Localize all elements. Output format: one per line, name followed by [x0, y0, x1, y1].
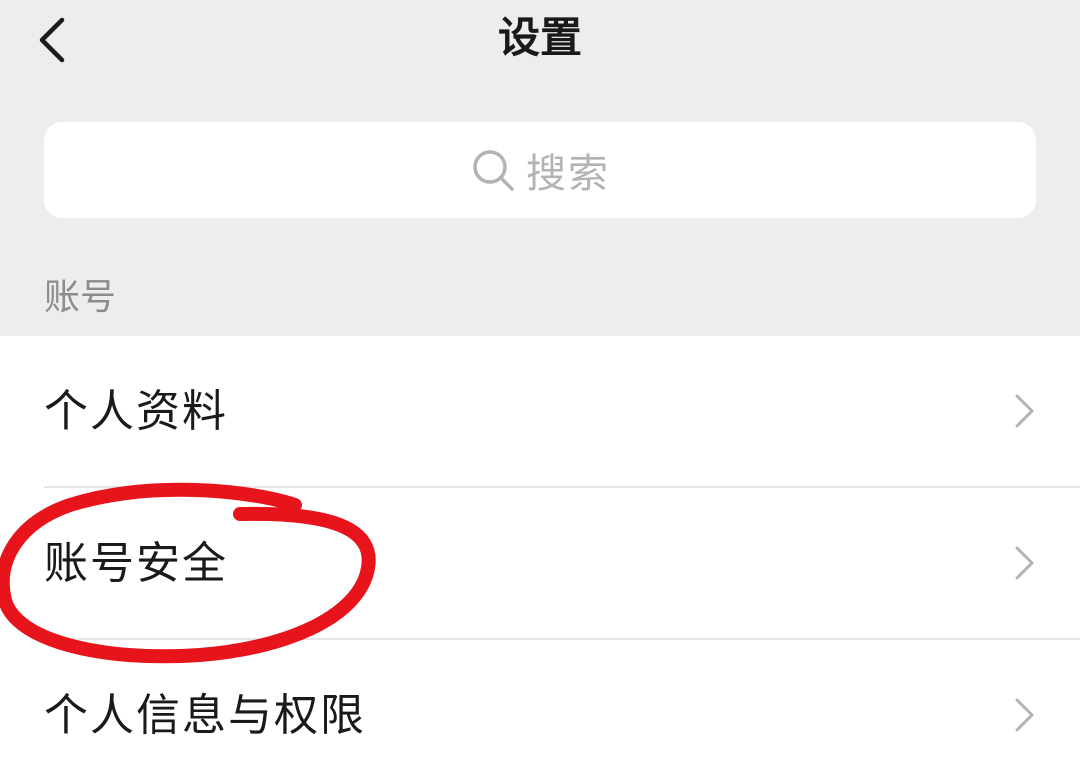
settings-list: 个人资料 账号安全 个人信息与权限 — [0, 336, 1080, 780]
chevron-right-icon — [1015, 394, 1034, 428]
list-item-personal-profile[interactable]: 个人资料 — [0, 336, 1080, 486]
header-bar: 设置 — [0, 0, 1080, 84]
search-placeholder: 搜索 — [526, 151, 610, 197]
back-button[interactable] — [22, 6, 86, 70]
list-item-label: 个人信息与权限 — [44, 690, 366, 741]
search-content: 搜索 — [470, 141, 610, 199]
chevron-right-icon — [1015, 546, 1034, 580]
search-input[interactable]: 搜索 — [44, 122, 1036, 218]
list-item-account-security[interactable]: 账号安全 — [0, 488, 1080, 638]
list-item-personal-info-permissions[interactable]: 个人信息与权限 — [0, 640, 1080, 780]
search-icon — [473, 150, 514, 191]
section-header-account: 账号 — [44, 277, 117, 318]
list-item-label: 账号安全 — [44, 538, 228, 589]
list-item-label: 个人资料 — [44, 386, 228, 437]
chevron-right-icon — [1015, 698, 1034, 732]
chevron-left-icon — [39, 17, 65, 63]
settings-screen: 设置 搜索 账号 个人资料 账号安全 个人信息与权限 — [0, 0, 1080, 780]
page-title: 设置 — [497, 13, 582, 62]
